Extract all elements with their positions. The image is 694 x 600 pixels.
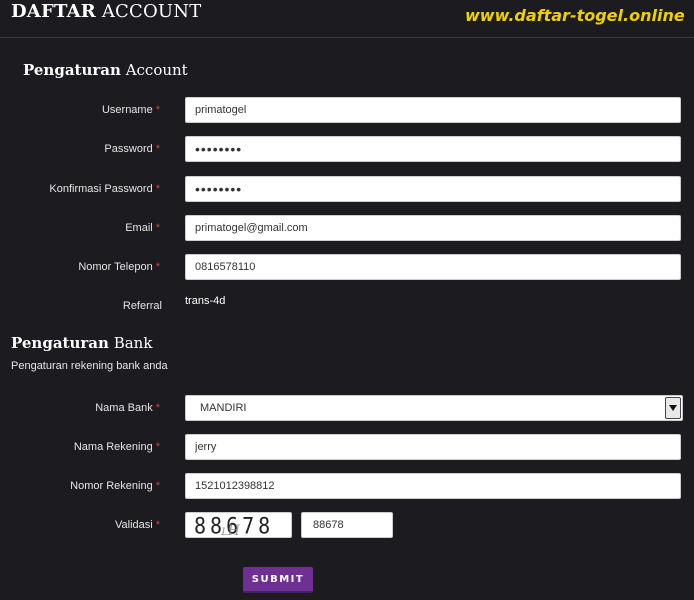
required-mark: * <box>155 143 160 155</box>
account-number-input[interactable] <box>185 473 681 499</box>
email-label: Email * <box>125 222 160 234</box>
submit-button[interactable]: SUBMIT <box>243 567 313 593</box>
page-header: DAFTAR ACCOUNT www.daftar-togel.online <box>0 0 694 38</box>
bank-section-title: Pengaturan Bank <box>11 334 152 352</box>
password-label-text: Password <box>104 143 153 155</box>
confirm-password-input[interactable] <box>185 176 681 202</box>
account-name-label-text: Nama Rekening <box>73 441 153 453</box>
required-mark: * <box>155 183 160 195</box>
page-title-bold: DAFTAR <box>11 1 96 22</box>
account-section-title-light: Account <box>125 61 188 79</box>
email-input[interactable] <box>185 215 681 241</box>
required-mark: * <box>155 480 160 492</box>
bank-section-title-light: Bank <box>113 334 153 352</box>
bank-name-label-text: Nama Bank <box>95 402 153 414</box>
bank-name-select[interactable]: MANDIRI <box>185 395 683 421</box>
account-number-label-text: Nomor Rekening <box>70 480 153 492</box>
validation-label: Validasi * <box>115 519 160 531</box>
account-section-title-bold: Pengaturan <box>23 61 121 79</box>
required-mark: * <box>155 104 160 116</box>
captcha-image: 88678 ւH <box>185 512 292 538</box>
password-label: Password * <box>104 143 160 155</box>
phone-label-text: Nomor Telepon <box>78 261 153 273</box>
phone-input[interactable] <box>185 254 681 280</box>
watermark-text: www.daftar-togel.online <box>465 6 685 25</box>
username-label: Username * <box>102 104 160 116</box>
account-name-label: Nama Rekening * <box>74 441 160 453</box>
bank-section-subtitle: Pengaturan rekening bank anda <box>11 360 168 372</box>
required-mark: * <box>155 261 160 273</box>
chevron-down-icon[interactable] <box>665 397 681 419</box>
confirm-password-label-text: Konfirmasi Password <box>49 183 153 195</box>
referral-value: trans-4d <box>185 295 226 307</box>
email-label-text: Email <box>125 222 153 234</box>
username-input[interactable] <box>185 97 681 123</box>
username-label-text: Username <box>101 104 153 116</box>
required-mark: * <box>155 402 160 414</box>
required-mark: * <box>155 519 160 531</box>
phone-label: Nomor Telepon * <box>78 261 160 273</box>
page-title-light: ACCOUNT <box>101 1 202 22</box>
required-mark: * <box>155 441 160 453</box>
bank-name-label: Nama Bank * <box>95 402 160 414</box>
account-name-input[interactable] <box>185 434 681 460</box>
referral-label: Referral <box>122 300 162 312</box>
page-title: DAFTAR ACCOUNT <box>11 1 201 22</box>
account-number-label: Nomor Rekening * <box>70 480 160 492</box>
confirm-password-label: Konfirmasi Password * <box>49 183 160 195</box>
validation-label-text: Validasi <box>115 519 153 531</box>
account-section-title: Pengaturan Account <box>23 61 188 79</box>
captcha-noise-icon: ւH <box>221 523 240 538</box>
captcha-input[interactable] <box>301 512 393 538</box>
bank-section-title-bold: Pengaturan <box>11 334 109 352</box>
password-input[interactable] <box>185 136 681 162</box>
bank-name-selected: MANDIRI <box>200 402 247 414</box>
required-mark: * <box>155 222 160 234</box>
